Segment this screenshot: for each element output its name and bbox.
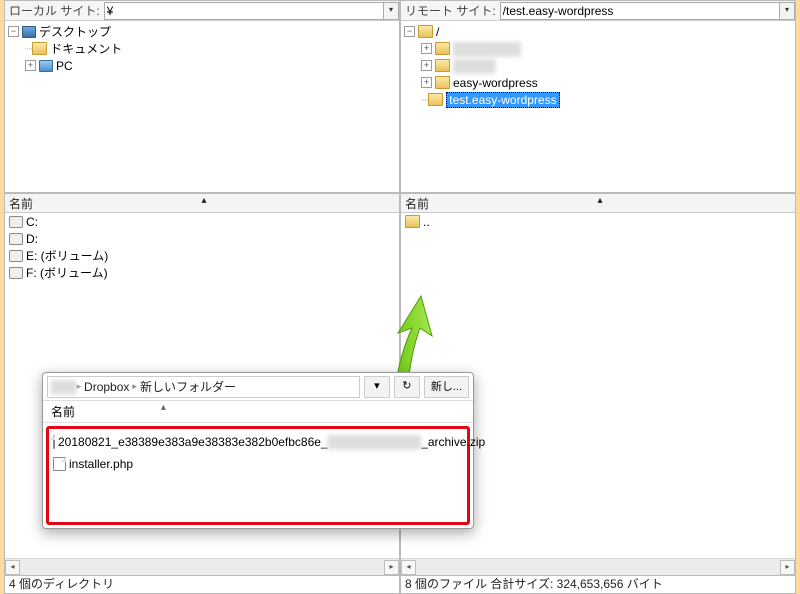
overlay-column-header[interactable]: 名前 ▴ xyxy=(43,401,473,423)
overlay-toolbar: ███ ▸ Dropbox ▸ 新しいフォルダー ▾ ↻ 新し... xyxy=(43,373,473,401)
folder-icon xyxy=(435,76,450,89)
local-site-label: ローカル サイト: xyxy=(5,2,104,19)
folder-icon xyxy=(418,25,433,38)
breadcrumb-blurred: ███ xyxy=(51,380,77,394)
folder-icon xyxy=(32,42,47,55)
remote-site-label: リモート サイト: xyxy=(401,2,500,19)
scroll-right-icon[interactable]: ▸ xyxy=(384,560,399,575)
file-name: installer.php xyxy=(69,457,133,471)
tree-label: PC xyxy=(56,59,73,73)
list-row-up-dir[interactable]: .. xyxy=(401,213,795,230)
overlay-file-row-archive[interactable]: 20180821_e38389e383a9e38383e382b0efbc86e… xyxy=(53,431,463,453)
remote-list-header[interactable]: 名前 ▴ xyxy=(401,194,795,213)
status-bar: 4 個のディレクトリ 8 個のファイル 合計サイズ: 324,653,656 バ… xyxy=(4,576,796,594)
file-name-part: 20180821_e38389e383a9e38383e382b0efbc86e… xyxy=(58,435,328,449)
local-tree-pane: ローカル サイト: ▾ − デスクトップ ┈ ドキュメント + xyxy=(4,0,400,193)
desktop-icon xyxy=(22,26,36,38)
local-hscroll[interactable]: ◂ ▸ xyxy=(5,558,399,575)
breadcrumb-item[interactable]: 新しいフォルダー xyxy=(137,378,239,395)
tree-row-pc[interactable]: + PC xyxy=(5,57,399,74)
explorer-overlay: ███ ▸ Dropbox ▸ 新しいフォルダー ▾ ↻ 新し... 名前 ▴ … xyxy=(42,372,474,529)
scroll-left-icon[interactable]: ◂ xyxy=(5,560,20,575)
expander-minus-icon[interactable]: − xyxy=(404,26,415,37)
expander-plus-icon[interactable]: + xyxy=(25,60,36,71)
list-label: F: (ボリューム) xyxy=(26,264,108,281)
breadcrumb-item[interactable]: Dropbox xyxy=(81,380,132,394)
remote-path-input[interactable] xyxy=(500,2,780,20)
tree-row-easy-wordpress[interactable]: + easy-wordpress xyxy=(401,74,795,91)
tree-row-root[interactable]: − / xyxy=(401,23,795,40)
tree-label: デスクトップ xyxy=(39,23,111,40)
folder-icon xyxy=(405,215,420,228)
sort-arrow-icon: ▴ xyxy=(161,402,166,413)
column-header-name[interactable]: 名前 xyxy=(51,403,75,420)
breadcrumb[interactable]: ███ ▸ Dropbox ▸ 新しいフォルダー xyxy=(47,376,360,398)
local-site-header: ローカル サイト: ▾ xyxy=(5,1,399,21)
remote-path-dropdown[interactable]: ▾ xyxy=(780,2,795,20)
tree-row-desktop[interactable]: − デスクトップ xyxy=(5,23,399,40)
expander-plus-icon[interactable]: + xyxy=(421,43,432,54)
tree-connector: ┈ xyxy=(421,93,426,107)
scroll-track[interactable] xyxy=(20,560,384,575)
expander-plus-icon[interactable]: + xyxy=(421,77,432,88)
remote-tree-pane: リモート サイト: ▾ − / + ████████ + xyxy=(400,0,796,193)
pc-icon xyxy=(39,60,53,72)
scroll-right-icon[interactable]: ▸ xyxy=(780,560,795,575)
scroll-left-icon[interactable]: ◂ xyxy=(401,560,416,575)
list-row-drive-d[interactable]: D: xyxy=(5,230,399,247)
drive-icon xyxy=(9,216,23,228)
drive-icon xyxy=(9,233,23,245)
file-icon xyxy=(53,457,66,471)
tree-label-blurred: █████ xyxy=(453,59,496,73)
drive-icon xyxy=(9,250,23,262)
new-button[interactable]: 新し... xyxy=(424,376,469,398)
expander-minus-icon[interactable]: − xyxy=(8,26,19,37)
tree-connector: ┈ xyxy=(25,42,30,56)
tree-label: / xyxy=(436,25,439,39)
tree-label: easy-wordpress xyxy=(453,76,538,90)
overlay-file-row-installer[interactable]: installer.php xyxy=(53,453,463,475)
list-row-drive-f[interactable]: F: (ボリューム) xyxy=(5,264,399,281)
breadcrumb-dropdown[interactable]: ▾ xyxy=(364,376,390,398)
tree-row-test-easy-wordpress[interactable]: ┈ test.easy-wordpress xyxy=(401,91,795,108)
list-row-drive-e[interactable]: E: (ボリューム) xyxy=(5,247,399,264)
remote-hscroll[interactable]: ◂ ▸ xyxy=(401,558,795,575)
file-name-suffix: _archive.zip xyxy=(421,435,485,449)
remote-status: 8 個のファイル 合計サイズ: 324,653,656 バイト xyxy=(400,576,796,594)
tree-label-selected: test.easy-wordpress xyxy=(446,92,559,108)
app-container: ローカル サイト: ▾ − デスクトップ ┈ ドキュメント + xyxy=(0,0,800,594)
local-path-input[interactable] xyxy=(104,2,384,20)
tree-row-remote-item[interactable]: + ████████ xyxy=(401,40,795,57)
list-label: .. xyxy=(423,215,430,229)
sort-arrow-icon: ▴ xyxy=(197,195,206,206)
folder-icon xyxy=(435,59,450,72)
list-label: E: (ボリューム) xyxy=(26,247,108,264)
list-label: D: xyxy=(26,232,38,246)
refresh-button[interactable]: ↻ xyxy=(394,376,420,398)
folder-icon xyxy=(428,93,443,106)
expander-plus-icon[interactable]: + xyxy=(421,60,432,71)
tree-row-documents[interactable]: ┈ ドキュメント xyxy=(5,40,399,57)
local-tree[interactable]: − デスクトップ ┈ ドキュメント + PC xyxy=(5,21,399,192)
sort-arrow-icon: ▴ xyxy=(593,195,602,206)
drive-icon xyxy=(9,267,23,279)
list-row-drive-c[interactable]: C: xyxy=(5,213,399,230)
local-list-header[interactable]: 名前 ▴ xyxy=(5,194,399,213)
local-path-dropdown[interactable]: ▾ xyxy=(384,2,399,20)
file-icon xyxy=(53,435,55,449)
scroll-track[interactable] xyxy=(416,560,780,575)
tree-row-remote-item[interactable]: + █████ xyxy=(401,57,795,74)
remote-tree[interactable]: − / + ████████ + █████ xyxy=(401,21,795,192)
remote-site-header: リモート サイト: ▾ xyxy=(401,1,795,21)
tree-label-blurred: ████████ xyxy=(453,42,521,56)
tree-label: ドキュメント xyxy=(50,40,122,57)
overlay-file-list: 20180821_e38389e383a9e38383e382b0efbc86e… xyxy=(46,426,470,525)
file-name-blurred: ███████████ xyxy=(328,435,422,449)
folder-icon xyxy=(435,42,450,55)
list-label: C: xyxy=(26,215,38,229)
local-status: 4 個のディレクトリ xyxy=(4,576,400,594)
